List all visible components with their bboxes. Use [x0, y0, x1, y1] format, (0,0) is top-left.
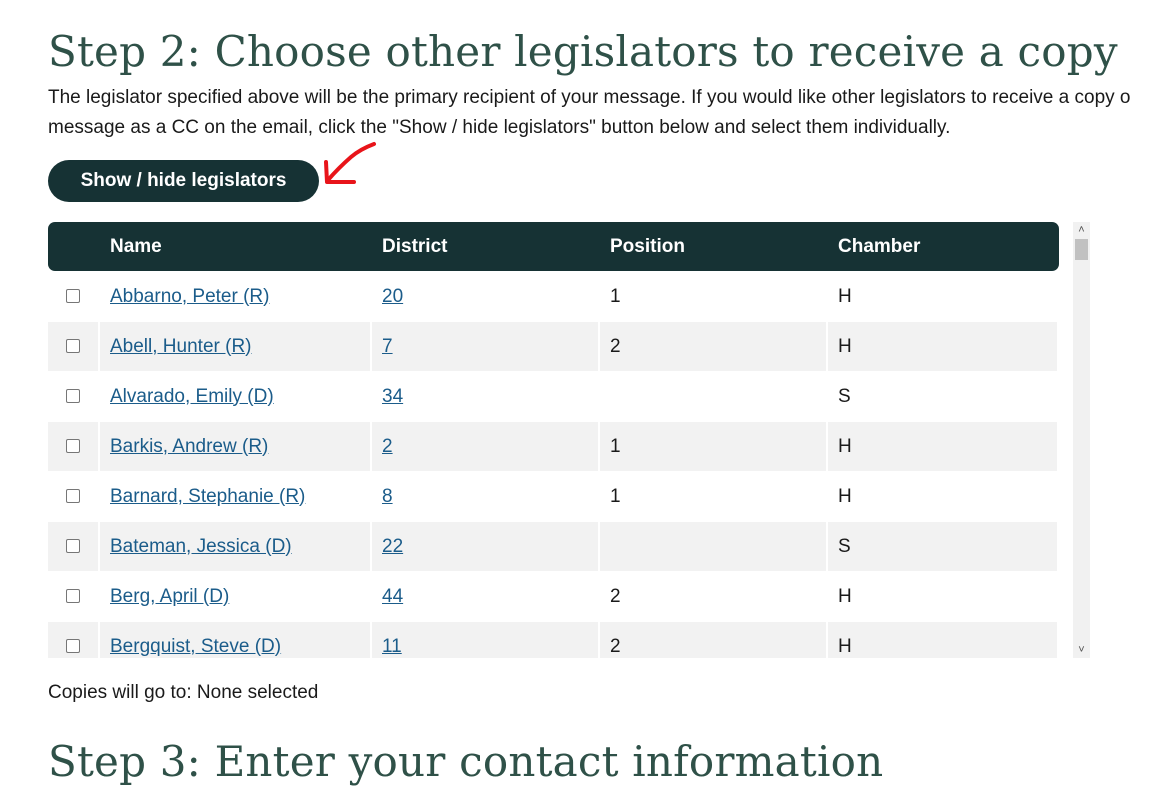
chamber-cell: S — [828, 521, 1059, 571]
district-cell: 8 — [372, 471, 600, 521]
name-cell: Barnard, Stephanie (R) — [100, 471, 372, 521]
position-cell — [600, 371, 828, 421]
legislator-name-link[interactable]: Barnard, Stephanie (R) — [110, 486, 305, 507]
chamber-cell: H — [828, 321, 1059, 371]
position-cell: 1 — [600, 421, 828, 471]
district-link[interactable]: 34 — [382, 386, 403, 407]
district-cell: 34 — [372, 371, 600, 421]
district-cell: 20 — [372, 271, 600, 321]
district-column-header[interactable]: District — [372, 222, 600, 271]
position-cell: 2 — [600, 321, 828, 371]
legislators-table-body: Abbarno, Peter (R) 20 1 H Abell, Hunter (R) 7… — [48, 271, 1059, 658]
name-cell: Abell, Hunter (R) — [100, 321, 372, 371]
legislator-name-link[interactable]: Abell, Hunter (R) — [110, 336, 252, 357]
table-scrollbar[interactable]: ˄ ˅ — [1073, 222, 1090, 658]
name-column-header[interactable]: Name — [100, 222, 372, 271]
chamber-column-header[interactable]: Chamber — [828, 222, 1059, 271]
select-cell — [48, 621, 100, 658]
legislator-name-link[interactable]: Bergquist, Steve (D) — [110, 636, 281, 657]
table-row: Abell, Hunter (R) 7 2 H — [48, 321, 1059, 371]
district-cell: 2 — [372, 421, 600, 471]
show-hide-legislators-button[interactable]: Show / hide legislators — [48, 160, 319, 202]
legislator-checkbox[interactable] — [66, 389, 80, 404]
table-row: Bateman, Jessica (D) 22 S — [48, 521, 1059, 571]
name-cell: Abbarno, Peter (R) — [100, 271, 372, 321]
legislator-checkbox[interactable] — [66, 639, 80, 654]
select-column-header — [48, 222, 100, 271]
select-cell — [48, 521, 100, 571]
step2-heading: Step 2: Choose other legislators to rece… — [48, 27, 1118, 76]
step2-intro: The legislator specified above will be t… — [48, 83, 1158, 143]
legislator-name-link[interactable]: Bateman, Jessica (D) — [110, 536, 292, 557]
legislator-checkbox[interactable] — [66, 489, 80, 504]
chamber-cell: H — [828, 621, 1059, 658]
name-cell: Bergquist, Steve (D) — [100, 621, 372, 658]
name-cell: Berg, April (D) — [100, 571, 372, 621]
name-cell: Bateman, Jessica (D) — [100, 521, 372, 571]
legislator-checkbox[interactable] — [66, 339, 80, 354]
select-cell — [48, 471, 100, 521]
step3-heading: Step 3: Enter your contact information — [48, 737, 884, 786]
legislator-checkbox[interactable] — [66, 539, 80, 554]
position-cell: 2 — [600, 621, 828, 658]
district-link[interactable]: 11 — [382, 636, 402, 657]
position-cell — [600, 521, 828, 571]
chamber-cell: S — [828, 371, 1059, 421]
legislator-checkbox[interactable] — [66, 439, 80, 454]
table-row: Abbarno, Peter (R) 20 1 H — [48, 271, 1059, 321]
name-cell: Barkis, Andrew (R) — [100, 421, 372, 471]
district-cell: 44 — [372, 571, 600, 621]
position-cell: 1 — [600, 471, 828, 521]
select-cell — [48, 271, 100, 321]
table-row: Berg, April (D) 44 2 H — [48, 571, 1059, 621]
legislator-checkbox[interactable] — [66, 589, 80, 604]
district-link[interactable]: 7 — [382, 336, 393, 357]
table-row: Barnard, Stephanie (R) 8 1 H — [48, 471, 1059, 521]
page: Step 2: Choose other legislators to rece… — [0, 0, 1158, 789]
legislator-checkbox[interactable] — [66, 289, 80, 304]
position-cell: 2 — [600, 571, 828, 621]
name-cell: Alvarado, Emily (D) — [100, 371, 372, 421]
chamber-cell: H — [828, 571, 1059, 621]
chamber-cell: H — [828, 421, 1059, 471]
select-cell — [48, 571, 100, 621]
district-cell: 7 — [372, 321, 600, 371]
chamber-cell: H — [828, 471, 1059, 521]
table-header-row: Name District Position Chamber — [48, 222, 1059, 271]
chamber-cell: H — [828, 271, 1059, 321]
district-link[interactable]: 8 — [382, 486, 393, 507]
select-cell — [48, 421, 100, 471]
legislator-name-link[interactable]: Abbarno, Peter (R) — [110, 286, 269, 307]
position-column-header[interactable]: Position — [600, 222, 828, 271]
table-row: Barkis, Andrew (R) 2 1 H — [48, 421, 1059, 471]
district-link[interactable]: 20 — [382, 286, 403, 307]
copies-status: Copies will go to: None selected — [48, 682, 319, 703]
legislator-name-link[interactable]: Barkis, Andrew (R) — [110, 436, 268, 457]
select-cell — [48, 321, 100, 371]
select-cell — [48, 371, 100, 421]
district-cell: 22 — [372, 521, 600, 571]
legislator-name-link[interactable]: Alvarado, Emily (D) — [110, 386, 274, 407]
scroll-thumb[interactable] — [1075, 239, 1088, 260]
district-cell: 11 — [372, 621, 600, 658]
red-arrow-annotation-icon — [324, 142, 376, 184]
legislators-table-container[interactable]: Name District Position Chamber Abbarno, … — [48, 222, 1090, 658]
district-link[interactable]: 44 — [382, 586, 403, 607]
district-link[interactable]: 2 — [382, 436, 393, 457]
legislator-name-link[interactable]: Berg, April (D) — [110, 586, 229, 607]
scroll-up-arrow-icon[interactable]: ˄ — [1073, 222, 1090, 238]
legislators-table: Name District Position Chamber Abbarno, … — [48, 222, 1059, 658]
intro-line-2: message as a CC on the email, click the … — [48, 117, 951, 138]
table-row: Bergquist, Steve (D) 11 2 H — [48, 621, 1059, 658]
position-cell: 1 — [600, 271, 828, 321]
table-row: Alvarado, Emily (D) 34 S — [48, 371, 1059, 421]
intro-line-1: The legislator specified above will be t… — [48, 87, 1131, 108]
district-link[interactable]: 22 — [382, 536, 403, 557]
scroll-down-arrow-icon[interactable]: ˅ — [1073, 642, 1090, 658]
